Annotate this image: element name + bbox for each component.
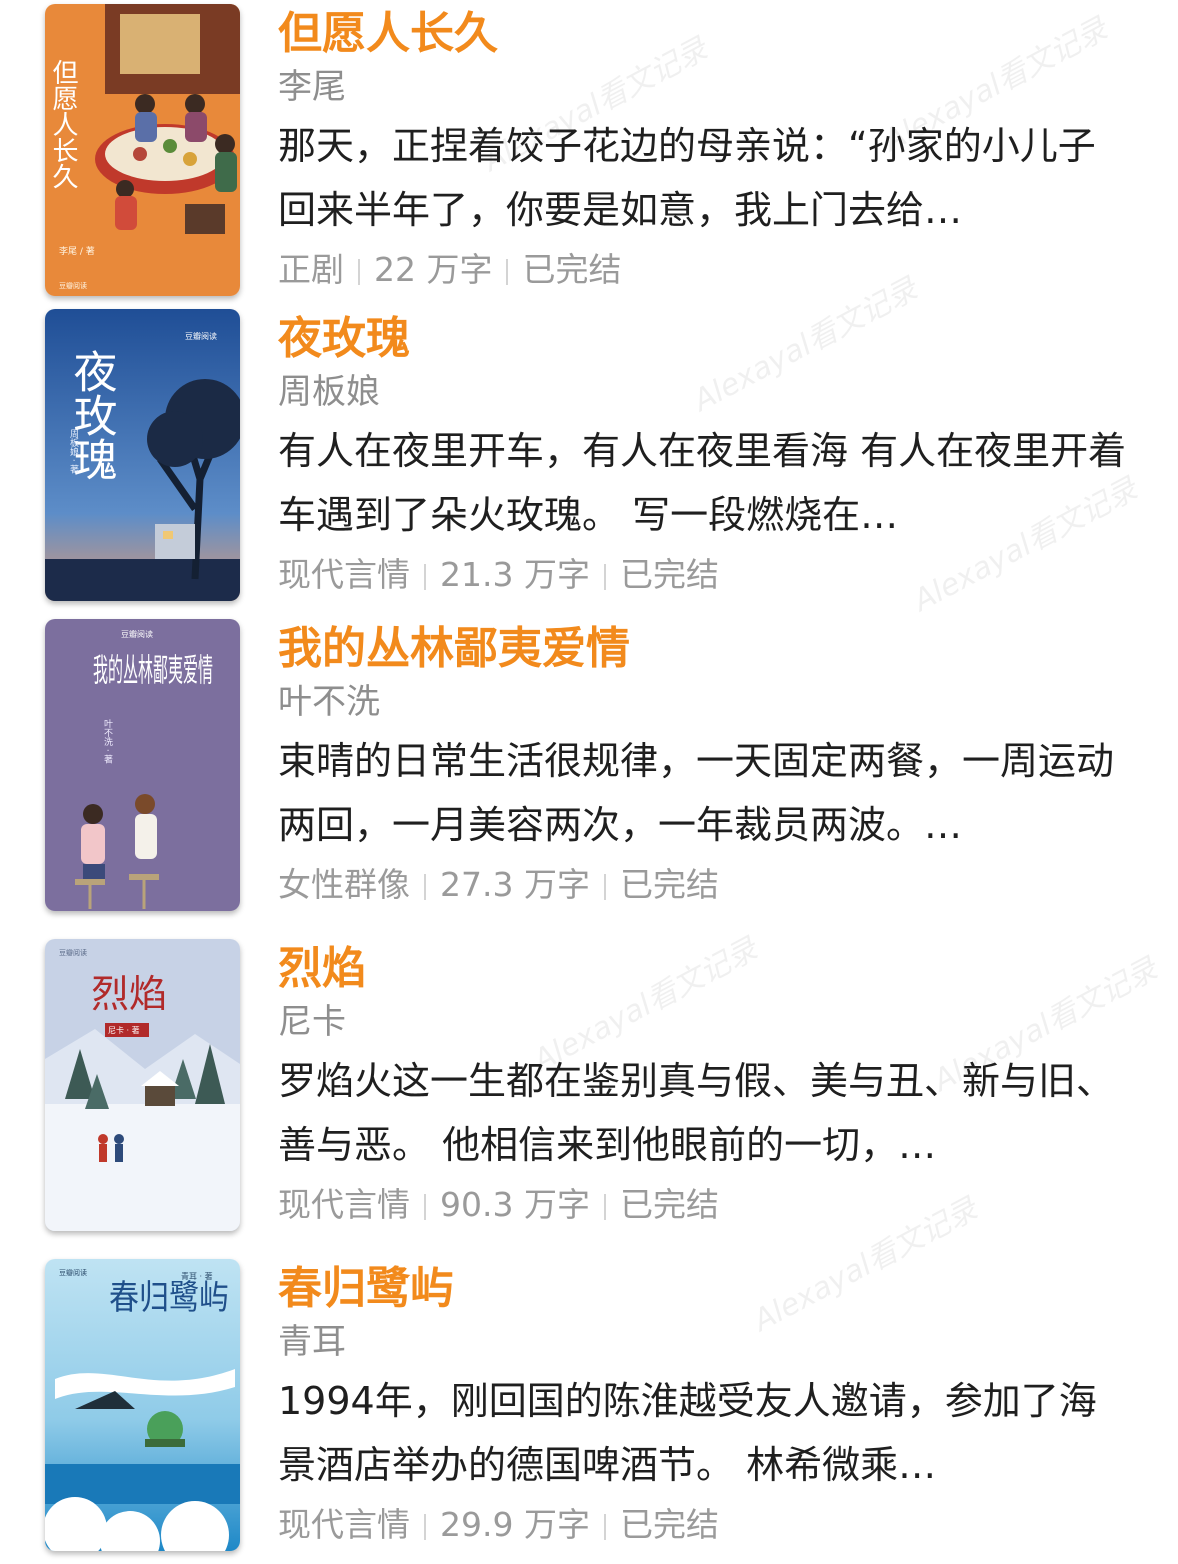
book-meta: 正剧 22 万字 已完结 xyxy=(278,242,1138,298)
cover-title: 但愿人长久 xyxy=(48,59,78,189)
book-author[interactable]: 李尾 xyxy=(278,62,1138,112)
book-author[interactable]: 青耳 xyxy=(278,1317,1138,1367)
cover-author: 周板娘 · 著 xyxy=(68,429,79,474)
book-status: 已完结 xyxy=(522,250,622,289)
cover-illustration-couple-bar: 我的丛林鄙夷爱情 叶不洗 · 著 豆瓣阅读 xyxy=(45,619,240,911)
book-genre: 女性群像 xyxy=(278,865,410,904)
cover-author: 青耳 · 著 xyxy=(181,1271,213,1281)
book-title[interactable]: 但愿人长久 xyxy=(278,4,1138,64)
book-cover[interactable]: 但愿人长久 李尾 / 著 豆瓣阅读 xyxy=(45,4,240,296)
book-list-item[interactable]: 但愿人长久 李尾 / 著 豆瓣阅读 但愿人长久 李尾 那天，正捏着饺子花边的母亲… xyxy=(0,4,1178,300)
book-word-count: 90.3 万字 xyxy=(440,1185,590,1224)
cover-author: 尼卡 · 著 xyxy=(108,1025,140,1035)
book-list-item[interactable]: 烈焰 尼卡 · 著 豆瓣阅读 烈焰 尼卡 罗焰火这一生都在鉴别真与假、美与丑、新… xyxy=(0,939,1178,1235)
book-description: 罗焰火这一生都在鉴别真与假、美与丑、新与旧、善与恶。 他相信来到他眼前的一切，… xyxy=(278,1059,1115,1167)
book-info: 我的丛林鄙夷爱情 叶不洗 束晴的日常生活很规律，一天固定两餐，一周运动两回，一月… xyxy=(278,619,1138,913)
book-word-count: 21.3 万字 xyxy=(440,555,590,594)
book-status: 已完结 xyxy=(619,865,719,904)
book-cover[interactable]: 春归鹭屿 青耳 · 著 豆瓣阅读 xyxy=(45,1259,240,1551)
book-cover[interactable]: 我的丛林鄙夷爱情 叶不洗 · 著 豆瓣阅读 xyxy=(45,619,240,911)
book-word-count: 22 万字 xyxy=(374,250,493,289)
meta-divider xyxy=(603,563,606,590)
book-genre: 现代言情 xyxy=(278,555,410,594)
cover-publisher: 豆瓣阅读 xyxy=(59,948,87,957)
cover-illustration-egret-island: 春归鹭屿 青耳 · 著 豆瓣阅读 xyxy=(45,1259,240,1551)
meta-divider xyxy=(424,1513,426,1540)
book-list-item[interactable]: 春归鹭屿 青耳 · 著 豆瓣阅读 春归鹭屿 青耳 1994年，刚回国的陈淮越受友… xyxy=(0,1259,1178,1555)
book-list-item[interactable]: 我的丛林鄙夷爱情 叶不洗 · 著 豆瓣阅读 我的丛林鄙夷爱情 叶不洗 束晴的日常… xyxy=(0,619,1178,915)
meta-divider xyxy=(424,873,426,900)
book-genre: 现代言情 xyxy=(278,1505,410,1544)
book-author[interactable]: 周板娘 xyxy=(278,367,1138,417)
book-meta: 现代言情 29.9 万字 已完结 xyxy=(278,1497,1138,1553)
book-title[interactable]: 烈焰 xyxy=(278,939,1138,999)
cover-publisher: 豆瓣阅读 xyxy=(185,331,217,341)
meta-divider xyxy=(603,1193,606,1220)
book-title[interactable]: 我的丛林鄙夷爱情 xyxy=(278,619,1138,679)
book-word-count: 29.9 万字 xyxy=(440,1505,590,1544)
meta-divider xyxy=(358,258,360,285)
book-info: 烈焰 尼卡 罗焰火这一生都在鉴别真与假、美与丑、新与旧、善与恶。 他相信来到他眼… xyxy=(278,939,1138,1233)
meta-divider xyxy=(424,1193,426,1220)
book-status: 已完结 xyxy=(619,1185,719,1224)
book-meta: 现代言情 90.3 万字 已完结 xyxy=(278,1177,1138,1233)
book-title[interactable]: 夜玫瑰 xyxy=(278,309,1138,369)
book-genre: 正剧 xyxy=(278,250,344,289)
cover-title: 春归鹭屿 xyxy=(109,1278,229,1318)
cover-author: 叶不洗 · 著 xyxy=(102,719,113,764)
meta-divider xyxy=(506,258,509,285)
book-description: 有人在夜里开车，有人在夜里看海 有人在夜里开着车遇到了朵火玫瑰。 写一段燃烧在… xyxy=(278,429,1127,537)
book-title[interactable]: 春归鹭屿 xyxy=(278,1259,1138,1319)
cover-illustration-night-tree: 夜玫瑰 周板娘 · 著 豆瓣阅读 xyxy=(45,309,240,601)
cover-author: 李尾 / 著 xyxy=(59,245,95,257)
book-author[interactable]: 叶不洗 xyxy=(278,677,1138,727)
meta-divider xyxy=(603,1513,606,1540)
cover-title: 烈焰 xyxy=(91,972,167,1016)
cover-title: 我的丛林鄙夷爱情 xyxy=(93,651,213,689)
book-author[interactable]: 尼卡 xyxy=(278,997,1138,1047)
cover-publisher: 豆瓣阅读 xyxy=(121,629,153,639)
cover-publisher: 豆瓣阅读 xyxy=(59,1268,87,1277)
book-cover[interactable]: 烈焰 尼卡 · 著 豆瓣阅读 xyxy=(45,939,240,1231)
book-status: 已完结 xyxy=(619,555,719,594)
book-cover[interactable]: 夜玫瑰 周板娘 · 著 豆瓣阅读 xyxy=(45,309,240,601)
book-info: 夜玫瑰 周板娘 有人在夜里开车，有人在夜里看海 有人在夜里开着车遇到了朵火玫瑰。… xyxy=(278,309,1138,603)
meta-divider xyxy=(424,563,426,590)
book-info: 但愿人长久 李尾 那天，正捏着饺子花边的母亲说：“孙家的小儿子回来半年了，你要是… xyxy=(278,4,1138,298)
book-status: 已完结 xyxy=(619,1505,719,1544)
book-meta: 女性群像 27.3 万字 已完结 xyxy=(278,857,1138,913)
book-meta: 现代言情 21.3 万字 已完结 xyxy=(278,547,1138,603)
book-word-count: 27.3 万字 xyxy=(440,865,590,904)
book-list-item[interactable]: 夜玫瑰 周板娘 · 著 豆瓣阅读 夜玫瑰 周板娘 有人在夜里开车，有人在夜里看海… xyxy=(0,309,1178,605)
book-genre: 现代言情 xyxy=(278,1185,410,1224)
meta-divider xyxy=(603,873,606,900)
book-description: 那天，正捏着饺子花边的母亲说：“孙家的小儿子回来半年了，你要是如意，我上门去给… xyxy=(278,124,1096,232)
book-info: 春归鹭屿 青耳 1994年，刚回国的陈淮越受友人邀请，参加了海景酒店举办的德国啤… xyxy=(278,1259,1138,1553)
cover-publisher: 豆瓣阅读 xyxy=(59,281,87,290)
book-description: 束晴的日常生活很规律，一天固定两餐，一周运动两回，一月美容两次，一年裁员两波。… xyxy=(278,739,1115,847)
cover-illustration-family-dinner: 但愿人长久 李尾 / 著 豆瓣阅读 xyxy=(45,4,240,296)
cover-illustration-snow-forest: 烈焰 尼卡 · 著 豆瓣阅读 xyxy=(45,939,240,1231)
book-description: 1994年，刚回国的陈淮越受友人邀请，参加了海景酒店举办的德国啤酒节。 林希微乘… xyxy=(278,1379,1097,1487)
